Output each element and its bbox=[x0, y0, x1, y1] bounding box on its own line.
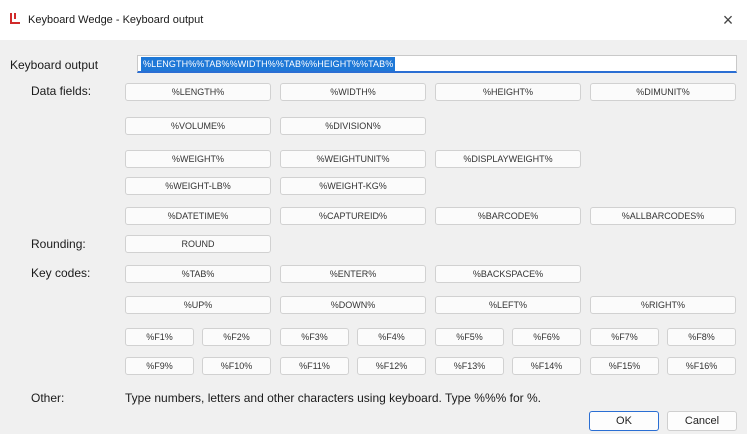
key-f8-button[interactable]: %F8% bbox=[667, 328, 736, 346]
key-f3-button[interactable]: %F3% bbox=[280, 328, 349, 346]
key-tab-button[interactable]: %TAB% bbox=[125, 265, 271, 283]
dialog-body: Keyboard output %LENGTH%%TAB%%WIDTH%%TAB… bbox=[0, 40, 747, 434]
key-f7-button[interactable]: %F7% bbox=[590, 328, 659, 346]
keyboard-output-value: %LENGTH%%TAB%%WIDTH%%TAB%%HEIGHT%%TAB% bbox=[141, 57, 396, 71]
key-f2-button[interactable]: %F2% bbox=[202, 328, 271, 346]
key-f14-button[interactable]: %F14% bbox=[512, 357, 581, 375]
field-division-button[interactable]: %DIVISION% bbox=[280, 117, 426, 135]
key-f4-button[interactable]: %F4% bbox=[357, 328, 426, 346]
field-weight-lb-button[interactable]: %WEIGHT-LB% bbox=[125, 177, 271, 195]
key-f13-button[interactable]: %F13% bbox=[435, 357, 504, 375]
window-title: Keyboard Wedge - Keyboard output bbox=[28, 14, 204, 26]
key-f12-button[interactable]: %F12% bbox=[357, 357, 426, 375]
cancel-button[interactable]: Cancel bbox=[667, 411, 737, 431]
field-displayweight-button[interactable]: %DISPLAYWEIGHT% bbox=[435, 150, 581, 168]
field-barcode-button[interactable]: %BARCODE% bbox=[435, 207, 581, 225]
key-f1-button[interactable]: %F1% bbox=[125, 328, 194, 346]
key-f11-button[interactable]: %F11% bbox=[280, 357, 349, 375]
key-enter-button[interactable]: %ENTER% bbox=[280, 265, 426, 283]
keyboard-output-input[interactable]: %LENGTH%%TAB%%WIDTH%%TAB%%HEIGHT%%TAB% bbox=[137, 55, 737, 73]
field-captureid-button[interactable]: %CAPTUREID% bbox=[280, 207, 426, 225]
title-bar: Keyboard Wedge - Keyboard output × bbox=[0, 0, 747, 40]
key-f6-button[interactable]: %F6% bbox=[512, 328, 581, 346]
key-f15-button[interactable]: %F15% bbox=[590, 357, 659, 375]
key-up-button[interactable]: %UP% bbox=[125, 296, 271, 314]
field-datetime-button[interactable]: %DATETIME% bbox=[125, 207, 271, 225]
key-codes-label: Key codes: bbox=[31, 266, 91, 280]
field-width-button[interactable]: %WIDTH% bbox=[280, 83, 426, 101]
field-height-button[interactable]: %HEIGHT% bbox=[435, 83, 581, 101]
key-right-button[interactable]: %RIGHT% bbox=[590, 296, 736, 314]
key-f16-button[interactable]: %F16% bbox=[667, 357, 736, 375]
app-logo-icon bbox=[10, 13, 20, 24]
other-label: Other: bbox=[31, 391, 65, 405]
field-weightunit-button[interactable]: %WEIGHTUNIT% bbox=[280, 150, 426, 168]
field-weight-button[interactable]: %WEIGHT% bbox=[125, 150, 271, 168]
key-left-button[interactable]: %LEFT% bbox=[435, 296, 581, 314]
other-help-text: Type numbers, letters and other characte… bbox=[125, 391, 541, 405]
field-volume-button[interactable]: %VOLUME% bbox=[125, 117, 271, 135]
data-fields-label: Data fields: bbox=[31, 84, 92, 98]
ok-button[interactable]: OK bbox=[589, 411, 659, 431]
key-f5-button[interactable]: %F5% bbox=[435, 328, 504, 346]
close-icon: × bbox=[722, 9, 734, 30]
field-weight-kg-button[interactable]: %WEIGHT-KG% bbox=[280, 177, 426, 195]
key-f9-button[interactable]: %F9% bbox=[125, 357, 194, 375]
field-dimunit-button[interactable]: %DIMUNIT% bbox=[590, 83, 736, 101]
close-button[interactable]: × bbox=[709, 0, 747, 40]
field-length-button[interactable]: %LENGTH% bbox=[125, 83, 271, 101]
round-button[interactable]: ROUND bbox=[125, 235, 271, 253]
key-down-button[interactable]: %DOWN% bbox=[280, 296, 426, 314]
rounding-label: Rounding: bbox=[31, 237, 86, 251]
key-backspace-button[interactable]: %BACKSPACE% bbox=[435, 265, 581, 283]
keyboard-output-label: Keyboard output bbox=[10, 58, 99, 72]
field-allbarcodes-button[interactable]: %ALLBARCODES% bbox=[590, 207, 736, 225]
key-f10-button[interactable]: %F10% bbox=[202, 357, 271, 375]
